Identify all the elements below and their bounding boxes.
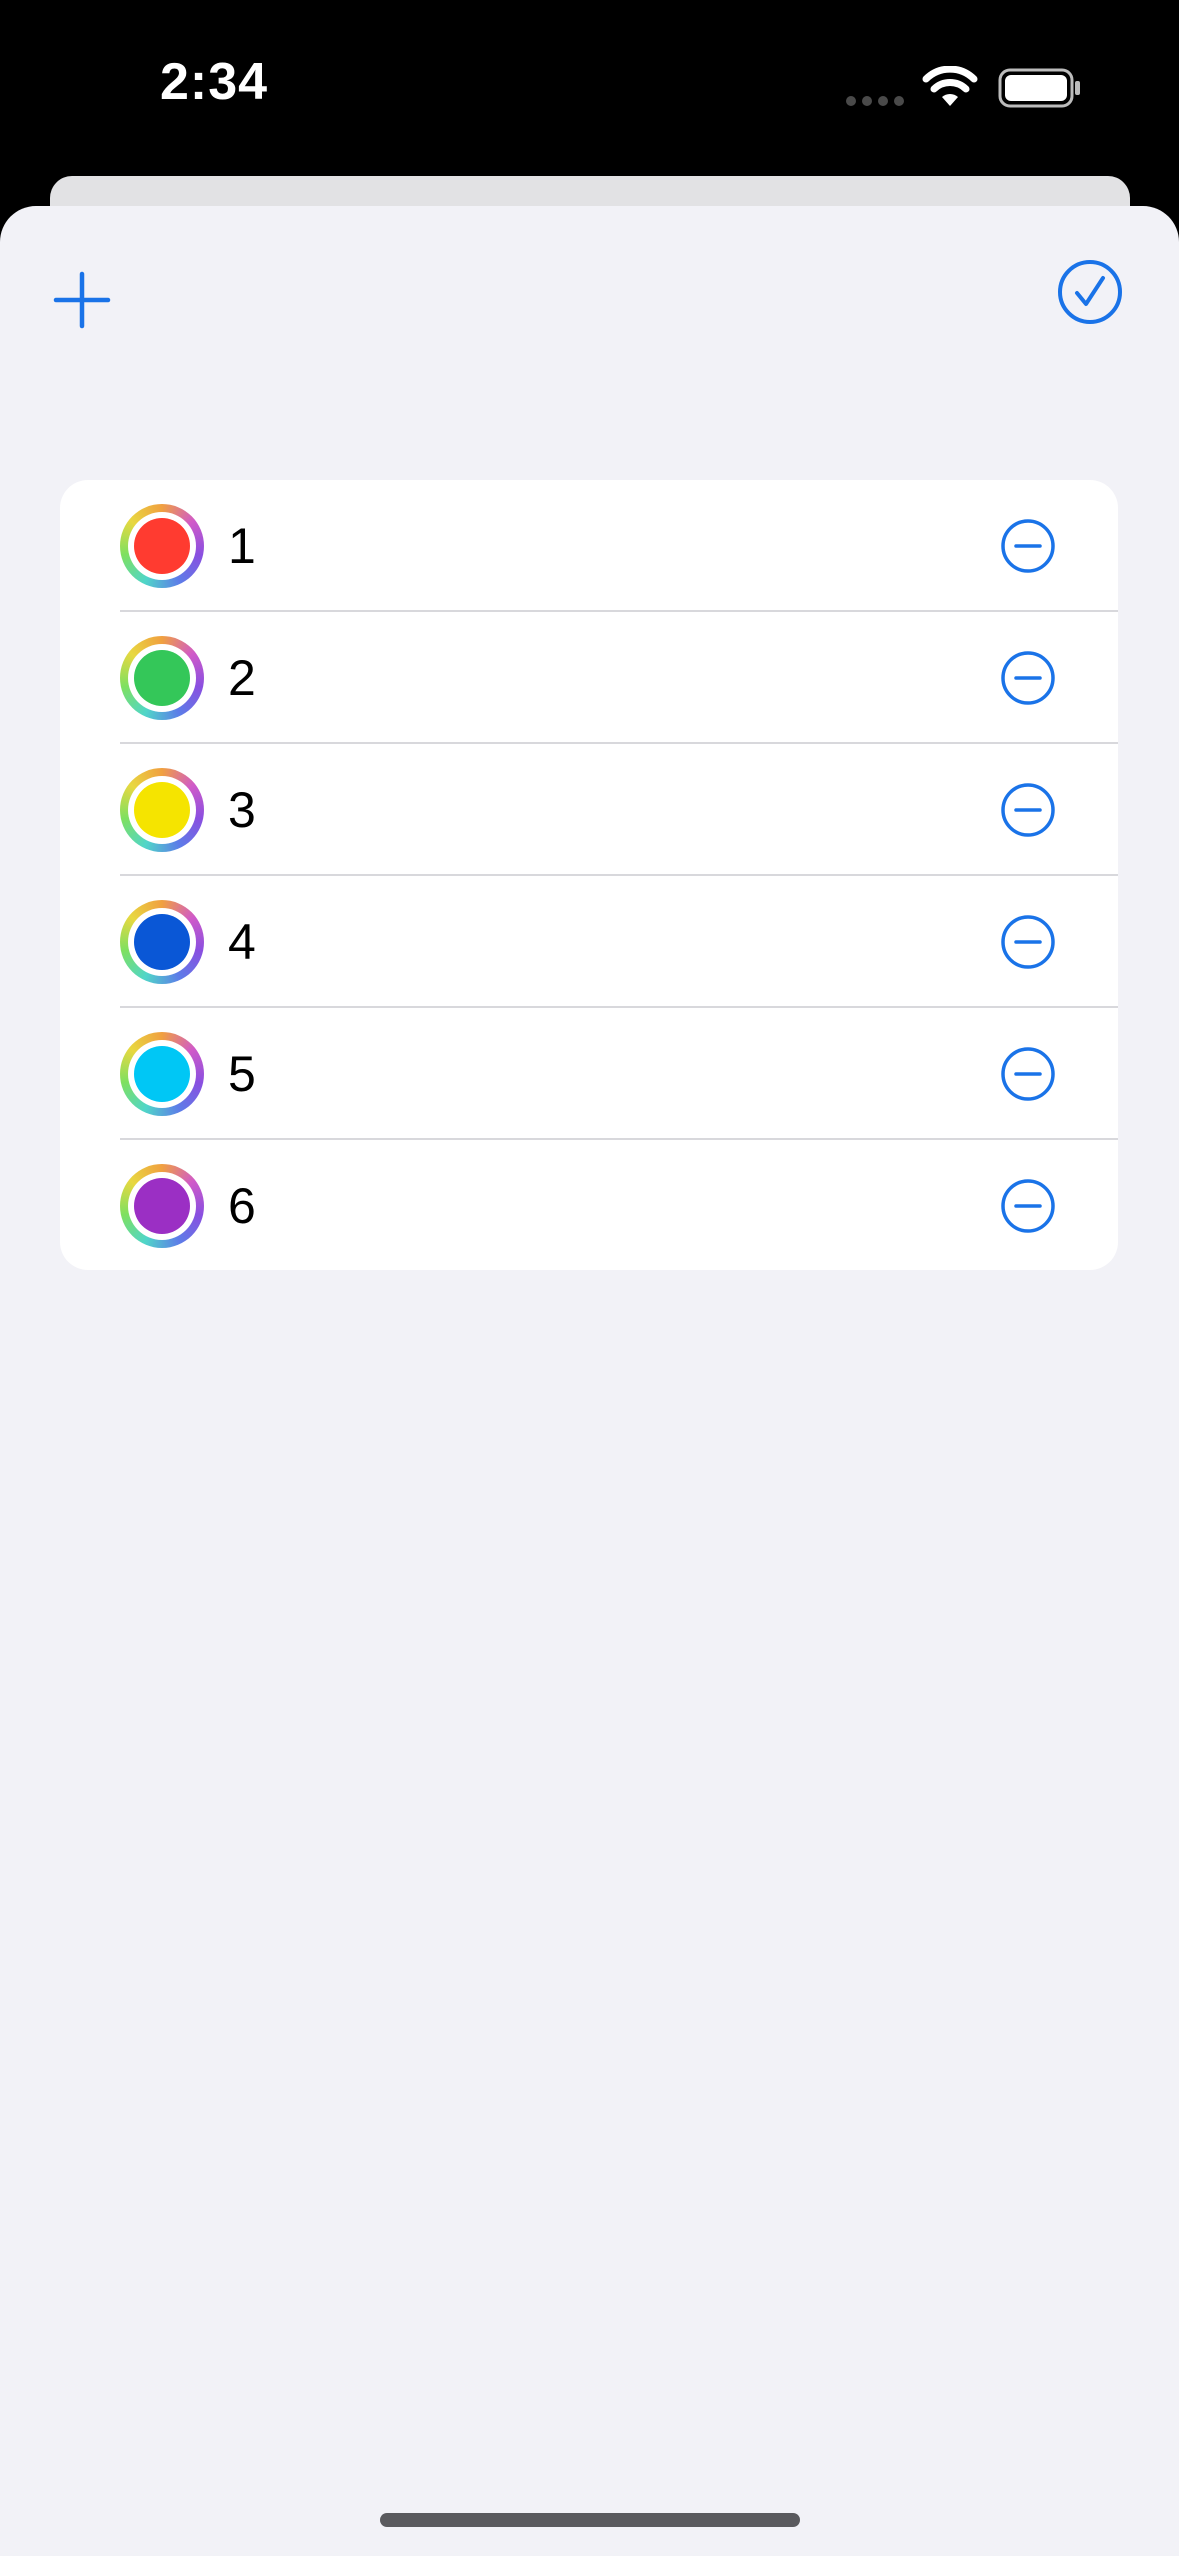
minus-circle-icon[interactable] xyxy=(1000,518,1056,574)
color-swatch-button[interactable] xyxy=(120,636,204,720)
item-label: 2 xyxy=(228,650,256,706)
checkmark-circle-icon[interactable] xyxy=(1056,258,1124,326)
minus-circle-icon[interactable] xyxy=(1000,782,1056,838)
list-item: 3 xyxy=(60,744,1118,876)
list-item: 4 xyxy=(60,876,1118,1008)
swatch-fill xyxy=(134,782,190,838)
item-label: 5 xyxy=(228,1046,256,1102)
item-label: 4 xyxy=(228,914,256,970)
item-label: 3 xyxy=(228,782,256,838)
color-list: 1 2 3 4 5 6 xyxy=(60,480,1118,1270)
color-swatch-button[interactable] xyxy=(120,900,204,984)
home-indicator xyxy=(380,2513,800,2527)
status-bar: 2:34 xyxy=(0,0,1179,170)
screen: 2:34 1 2 3 4 5 6 xyxy=(0,0,1179,2556)
wifi-icon xyxy=(922,66,978,106)
item-label: 1 xyxy=(228,518,256,574)
swatch-fill xyxy=(134,650,190,706)
sheet: 1 2 3 4 5 6 xyxy=(0,206,1179,2556)
list-item: 6 xyxy=(60,1140,1118,1270)
item-label: 6 xyxy=(228,1178,256,1234)
minus-circle-icon[interactable] xyxy=(1000,650,1056,706)
list-item: 2 xyxy=(60,612,1118,744)
minus-circle-icon[interactable] xyxy=(1000,914,1056,970)
minus-circle-icon[interactable] xyxy=(1000,1046,1056,1102)
battery-icon xyxy=(998,68,1080,108)
swatch-fill xyxy=(134,1178,190,1234)
color-swatch-button[interactable] xyxy=(120,1032,204,1116)
color-swatch-button[interactable] xyxy=(120,768,204,852)
swatch-fill xyxy=(134,914,190,970)
list-item: 5 xyxy=(60,1008,1118,1140)
plus-icon[interactable] xyxy=(50,268,114,332)
list-item: 1 xyxy=(60,480,1118,612)
signal-dots-icon xyxy=(846,96,904,106)
swatch-fill xyxy=(134,518,190,574)
status-time: 2:34 xyxy=(160,53,269,111)
minus-circle-icon[interactable] xyxy=(1000,1178,1056,1234)
color-swatch-button[interactable] xyxy=(120,1164,204,1248)
swatch-fill xyxy=(134,1046,190,1102)
color-swatch-button[interactable] xyxy=(120,504,204,588)
